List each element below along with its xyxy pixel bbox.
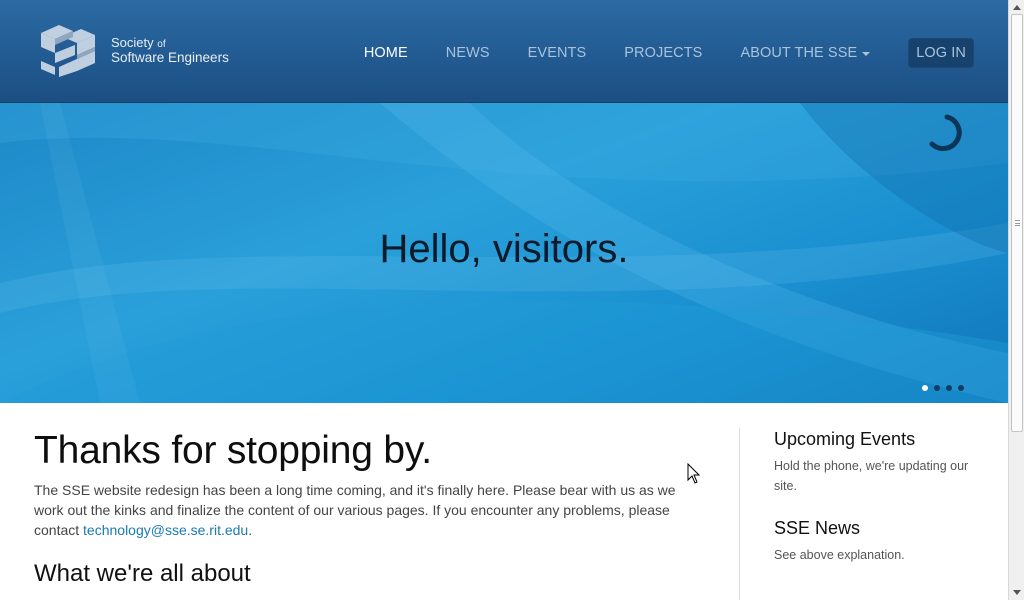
site-header: Society of Software Engineers HOME NEWS … [0, 0, 1008, 103]
intro-end: . [248, 522, 253, 538]
caret-down-icon [862, 52, 871, 56]
sse-news-title: SSE News [774, 518, 861, 538]
nav-about-dropdown[interactable]: ABOUT THE SSE [740, 45, 871, 61]
about-subheading: What we're all about [34, 560, 251, 587]
hero-carousel: Hello, visitors. [0, 103, 1008, 403]
page-heading: Thanks for stopping by. [34, 429, 432, 472]
brand-line2: Software Engineers [111, 50, 229, 65]
main-content: Thanks for stopping by. The SSE website … [34, 403, 694, 588]
carousel-dots [922, 385, 970, 391]
loading-spinner-icon [929, 114, 962, 152]
upcoming-events-title: Upcoming Events [774, 429, 916, 449]
scroll-down-arrow-icon[interactable] [1009, 586, 1024, 600]
nav-events[interactable]: EVENTS [528, 45, 587, 61]
scroll-up-arrow-icon[interactable] [1009, 0, 1024, 14]
scrollbar-thumb[interactable] [1011, 14, 1023, 432]
scrollbar-grip-icon [1015, 220, 1020, 226]
login-button[interactable]: LOG IN [908, 38, 974, 68]
vertical-scrollbar[interactable] [1008, 0, 1024, 600]
brand-line1-small: of [157, 39, 166, 50]
column-divider [739, 428, 740, 600]
mouse-cursor-icon [687, 463, 701, 484]
main-nav: HOME NEWS EVENTS PROJECTS ABOUT THE SSE … [326, 38, 974, 68]
carousel-dot-4[interactable] [958, 385, 964, 391]
carousel-dot-2[interactable] [934, 385, 940, 391]
sidebar: Upcoming Events Hold the phone, we're up… [774, 403, 984, 565]
nav-news[interactable]: NEWS [446, 45, 490, 61]
carousel-dot-3[interactable] [946, 385, 952, 391]
site-logo-text: Society of Software Engineers [111, 36, 229, 64]
sse-news-text: See above explanation. [774, 548, 905, 562]
page: Society of Software Engineers HOME NEWS … [0, 0, 1008, 600]
nav-home[interactable]: HOME [364, 45, 408, 61]
brand-line1: Society [111, 35, 154, 50]
intro-paragraph: The SSE website redesign has been a long… [34, 480, 694, 540]
hero-title: Hello, visitors. [379, 227, 629, 271]
upcoming-events-text: Hold the phone, we're updating our site. [774, 459, 969, 493]
carousel-dot-1[interactable] [922, 385, 928, 391]
nav-projects[interactable]: PROJECTS [624, 45, 702, 61]
contact-email-link[interactable]: technology@sse.se.rit.edu [83, 522, 248, 538]
sse-logo-icon [39, 23, 97, 77]
site-logo[interactable]: Society of Software Engineers [39, 22, 239, 78]
nav-about-label: ABOUT THE SSE [740, 45, 858, 61]
